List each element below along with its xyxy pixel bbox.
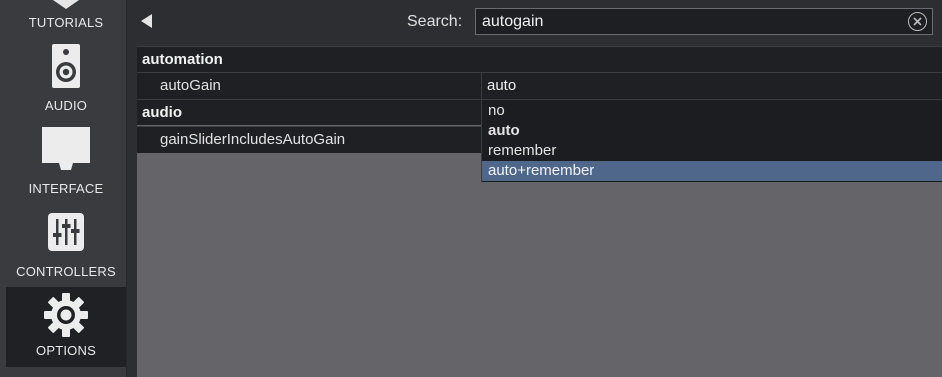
sidebar-item-interface[interactable]: INTERFACE	[6, 122, 126, 205]
sidebar-item-label: TUTORIALS	[28, 15, 104, 30]
sliders-icon	[48, 213, 84, 251]
sidebar-item-audio[interactable]: AUDIO	[6, 39, 126, 122]
settings-list: automation autoGain auto audio gainSlide…	[137, 46, 942, 377]
gear-icon	[44, 293, 88, 337]
dropdown-option-no[interactable]: no	[482, 101, 942, 121]
sidebar-item-label: INTERFACE	[28, 181, 104, 196]
setting-value-dropdown[interactable]: auto	[487, 77, 516, 94]
sidebar-item-label: CONTROLLERS	[16, 264, 116, 279]
dropdown-option-auto-remember[interactable]: auto+remember	[482, 161, 942, 181]
dropdown-option-remember[interactable]: remember	[482, 141, 942, 161]
sidebar-item-label: OPTIONS	[36, 343, 96, 358]
dropdown-option-auto[interactable]: auto	[482, 121, 942, 141]
clear-search-button[interactable]	[908, 12, 927, 31]
sidebar-item-options[interactable]: OPTIONS	[6, 287, 126, 367]
toolbar: Search:	[137, 0, 942, 44]
back-arrow-icon[interactable]	[141, 14, 152, 28]
setting-name: autoGain	[160, 77, 221, 94]
settings-panel: Search: automation autoGain auto audio g…	[137, 0, 942, 377]
search-box[interactable]	[475, 8, 933, 35]
setting-row-autogain[interactable]: autoGain auto	[137, 72, 942, 99]
group-header-automation: automation	[137, 46, 942, 72]
setting-name: gainSliderIncludesAutoGain	[160, 131, 346, 148]
search-label: Search:	[407, 13, 463, 30]
sidebar: TUTORIALS AUDIO INTERFACE CONTROLLERS OP…	[0, 0, 127, 377]
speaker-icon	[52, 44, 80, 88]
sidebar-item-controllers[interactable]: CONTROLLERS	[6, 205, 126, 288]
sidebar-item-label: AUDIO	[44, 98, 88, 113]
monitor-icon	[42, 127, 90, 170]
close-icon	[913, 17, 922, 26]
search-input[interactable]	[476, 9, 896, 34]
value-dropdown-menu[interactable]: no auto remember auto+remember	[481, 100, 942, 182]
column-divider	[481, 73, 482, 99]
tutorials-icon	[53, 0, 79, 9]
sidebar-item-tutorials[interactable]: TUTORIALS	[6, 0, 126, 39]
